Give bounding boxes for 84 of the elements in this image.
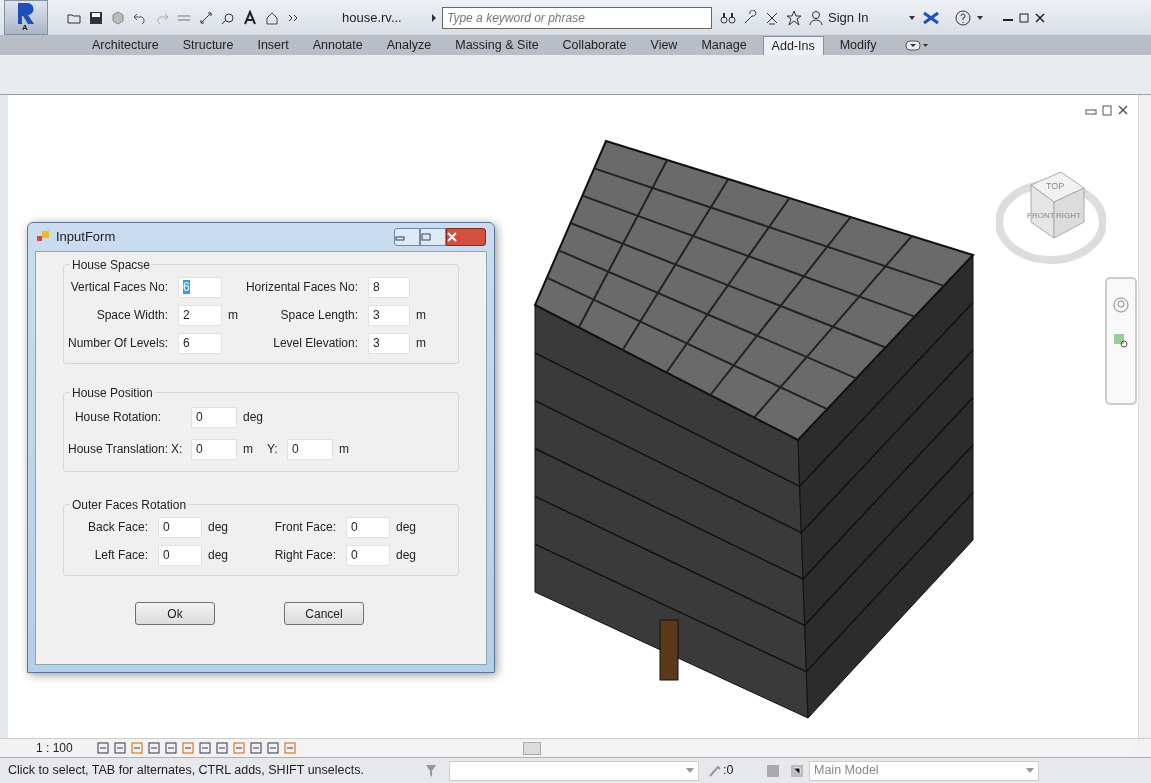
text-icon[interactable] [242, 9, 258, 26]
ribbon-tab[interactable]: Insert [249, 36, 297, 55]
dialog-button[interactable]: Cancel [284, 602, 364, 625]
field-label: X: [171, 441, 184, 458]
model-dropdown[interactable]: Main Model [809, 760, 1039, 781]
filter-icon[interactable] [423, 762, 439, 779]
ribbon-tab[interactable]: Massing & Site [447, 36, 547, 55]
selection-count: :0 [723, 762, 735, 780]
cube-face-label: RIGHT [1056, 210, 1081, 222]
unit-label: deg [395, 519, 418, 536]
application-menu-button[interactable]: A [4, 0, 48, 35]
maximize-button[interactable] [420, 228, 446, 246]
caret-icon [1026, 767, 1034, 774]
file-title: house.rv... [342, 8, 403, 27]
input-field[interactable]: 0 [287, 438, 333, 460]
status-message: Click to select, TAB for alternates, CTRL adds, SHIFT unselects. [8, 762, 365, 780]
input-field[interactable]: 3 [368, 332, 410, 354]
minimize-button[interactable] [394, 228, 420, 246]
field-label: Space Width: [95, 307, 169, 324]
vertical-scrollbar[interactable] [1138, 95, 1151, 738]
help-icon[interactable] [954, 9, 973, 26]
input-field[interactable]: 0 [191, 438, 237, 460]
input-field[interactable]: 0 [191, 406, 237, 428]
maximize-icon [421, 233, 431, 241]
unit-label: m [415, 307, 427, 324]
exchange-icon[interactable] [922, 9, 941, 26]
field-label: Left Face: [93, 547, 149, 564]
ribbon-tab[interactable]: Architecture [84, 36, 167, 55]
input-field[interactable]: 0 [158, 516, 202, 538]
ribbon-tab[interactable]: View [642, 36, 686, 55]
caret-icon [686, 767, 694, 774]
input-field[interactable]: 3 [368, 304, 410, 326]
ribbon-tab[interactable]: Structure [174, 36, 242, 55]
dialog-button[interactable]: Ok [135, 602, 215, 625]
user-icon[interactable] [808, 9, 824, 26]
ribbon-tab[interactable]: Analyze [378, 36, 440, 55]
dialog-title: InputForm [56, 228, 116, 247]
close-icon [447, 232, 457, 242]
input-field[interactable]: 0 [346, 544, 390, 566]
ribbon-tab[interactable]: Annotate [304, 36, 371, 55]
unit-label: m [338, 441, 350, 458]
dimension-icon[interactable] [198, 9, 214, 26]
field-label: Space Length: [279, 307, 359, 324]
zoom-region-icon[interactable] [1113, 333, 1129, 349]
unit-label: deg [207, 519, 230, 536]
design-options-icon[interactable] [789, 762, 805, 779]
save-icon[interactable] [88, 9, 104, 26]
field-label: Vertical Faces No: [69, 279, 169, 296]
field-label: House Rotation: [73, 409, 162, 426]
field-label: Horizental Faces No: [244, 279, 359, 296]
unit-label: m [242, 441, 254, 458]
input-field[interactable]: 6 [178, 332, 222, 354]
unit-label: m [415, 335, 427, 352]
close-button[interactable] [446, 228, 486, 246]
cube-face-label: TOP [1046, 180, 1065, 193]
ribbon-tab[interactable]: Collaborate [554, 36, 635, 55]
input-field[interactable]: 0 [346, 516, 390, 538]
field-label: Number Of Levels: [68, 335, 170, 352]
worksets-icon[interactable] [765, 762, 781, 779]
input-field[interactable]: 0 [158, 544, 202, 566]
field-label: Level Elevation: [272, 335, 359, 352]
scale-label[interactable]: 1 : 100 [36, 739, 96, 757]
tab-options-icon[interactable] [904, 37, 929, 53]
unit-label: deg [395, 547, 418, 564]
input-field[interactable]: 8 [368, 276, 410, 298]
field-label: Right Face: [273, 547, 337, 564]
minimize-icon [395, 233, 405, 241]
input-field[interactable]: 2 [178, 304, 222, 326]
unit-label: deg [207, 547, 230, 564]
selection-dropdown[interactable] [449, 760, 699, 781]
search-field[interactable]: Type a keyword or phrase [442, 6, 712, 29]
ribbon-tab[interactable]: Add-Ins [762, 36, 824, 55]
ribbon-tab[interactable]: Modify [831, 36, 885, 55]
ribbon-tab[interactable]: Manage [693, 36, 755, 55]
star-icon[interactable] [786, 9, 802, 26]
field-label: Y: [267, 441, 279, 458]
sign-in-link[interactable]: Sign In [828, 7, 869, 28]
unit-label: deg [242, 409, 265, 426]
steering-wheel-icon[interactable] [1111, 297, 1131, 313]
field-label: Front Face: [273, 519, 337, 536]
unit-label: m [227, 307, 239, 324]
field-label: Back Face: [86, 519, 149, 536]
cube-face-label: FRONT [1027, 210, 1055, 222]
field-label: House Translation: [68, 441, 170, 458]
